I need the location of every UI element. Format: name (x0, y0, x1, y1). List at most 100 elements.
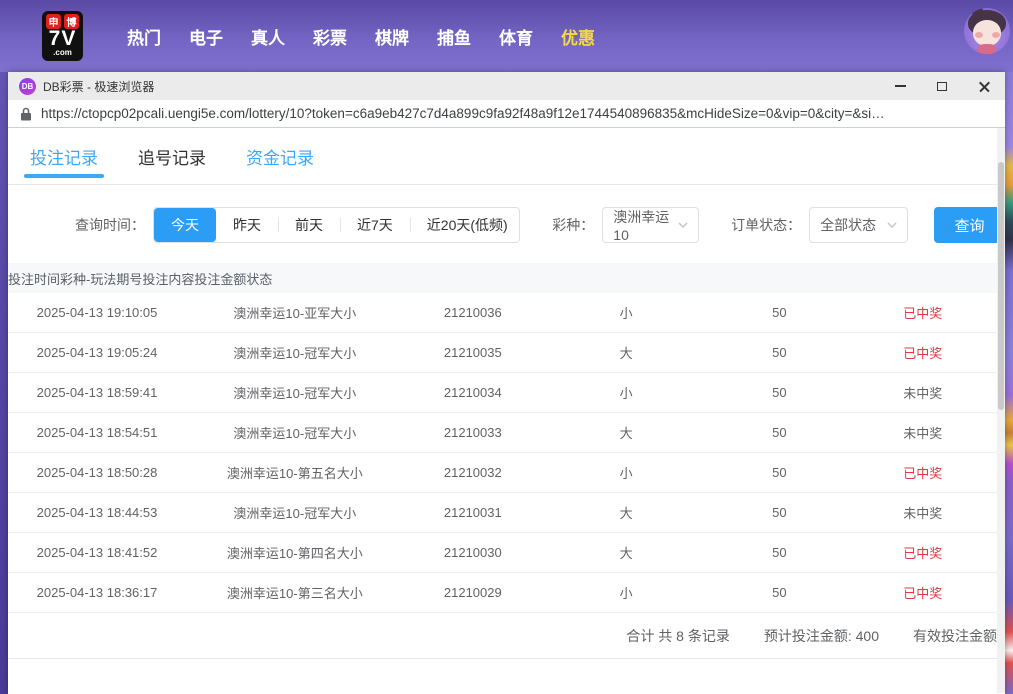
bet-content-cell: 小 (542, 583, 710, 602)
time-filter-label: 查询时间： (75, 215, 145, 235)
bet-time-cell: 2025-04-13 18:36:17 (8, 585, 186, 600)
chevron-down-icon (887, 220, 897, 230)
game-play-cell: 澳洲幸运10-冠军大小 (186, 383, 404, 402)
site-nav-item[interactable]: 捕鱼 (437, 24, 471, 49)
site-nav-item[interactable]: 棋牌 (375, 24, 409, 49)
issue-cell: 21210035 (404, 345, 542, 360)
bet-time-cell: 2025-04-13 18:50:28 (8, 465, 186, 480)
time-range-button[interactable]: 昨天 (216, 208, 278, 242)
bet-amount-cell: 50 (710, 425, 848, 440)
status-cell: 未中奖 (849, 423, 997, 442)
record-tab[interactable]: 追号记录 (138, 128, 206, 184)
query-button[interactable]: 查询 (934, 207, 1005, 243)
table-row[interactable]: 2025-04-13 18:44:53 澳洲幸运10-冠军大小 21210031… (8, 493, 997, 533)
issue-cell: 21210030 (404, 545, 542, 560)
record-tab[interactable]: 资金记录 (246, 128, 314, 184)
user-avatar[interactable] (964, 8, 1010, 54)
lottery-select[interactable]: 澳洲幸运10 (602, 207, 699, 243)
bet-amount-cell: 50 (710, 505, 848, 520)
site-nav-items: 热门 电子 真人 彩票 棋牌 捕鱼 体育 优惠 (127, 24, 595, 49)
issue-cell: 21210031 (404, 505, 542, 520)
maximize-button[interactable] (921, 72, 963, 100)
status-cell: 已中奖 (849, 343, 997, 362)
bet-amount-cell: 50 (710, 305, 848, 320)
time-range-button[interactable]: 前天 (278, 208, 340, 242)
table-row[interactable]: 2025-04-13 18:50:28 澳洲幸运10-第五名大小 2121003… (8, 453, 997, 493)
issue-cell: 21210034 (404, 385, 542, 400)
table-header-cell: 投注时间 (8, 269, 60, 288)
order-status-value: 全部状态 (820, 215, 876, 235)
status-cell: 已中奖 (849, 543, 997, 562)
table-footer: 合计 共 8 条记录 预计投注金额: 400 有效投注金额 (8, 613, 997, 659)
background-page-sliver (1005, 72, 1013, 694)
site-nav-item[interactable]: 真人 (251, 24, 285, 49)
game-play-cell: 澳洲幸运10-冠军大小 (186, 343, 404, 362)
bet-content-cell: 大 (542, 503, 710, 522)
issue-cell: 21210029 (404, 585, 542, 600)
table-row[interactable]: 2025-04-13 18:59:41 澳洲幸运10-冠军大小 21210034… (8, 373, 997, 413)
game-play-cell: 澳洲幸运10-冠军大小 (186, 503, 404, 522)
site-nav-item[interactable]: 优惠 (561, 24, 595, 49)
time-range-button[interactable]: 今天 (154, 208, 216, 242)
site-nav-item[interactable]: 电子 (189, 24, 223, 49)
table-row[interactable]: 2025-04-13 19:05:24 澳洲幸运10-冠军大小 21210035… (8, 333, 997, 373)
table-row[interactable]: 2025-04-13 18:36:17 澳洲幸运10-第三名大小 2121002… (8, 573, 997, 613)
close-button[interactable] (963, 72, 1005, 100)
chevron-down-icon (678, 220, 688, 230)
bet-content-cell: 大 (542, 543, 710, 562)
filter-row: 查询时间： 今天 昨天 前天 近7天 近20天(低频) 彩种： 澳洲幸运10 (8, 185, 1005, 263)
vertical-scrollbar[interactable] (997, 128, 1005, 693)
table-row[interactable]: 2025-04-13 19:10:05 澳洲幸运10-亚军大小 21210036… (8, 293, 997, 333)
browser-urlbar[interactable]: https://ctopcp02pcali.uengi5e.com/lotter… (8, 100, 1005, 128)
bet-content-cell: 大 (542, 423, 710, 442)
order-status-select[interactable]: 全部状态 (809, 207, 908, 243)
status-cell: 未中奖 (849, 503, 997, 522)
site-navbar: 申 博 7V .com 热门 电子 真人 彩票 棋牌 捕鱼 体育 优惠 (0, 0, 1013, 72)
bet-time-cell: 2025-04-13 18:54:51 (8, 425, 186, 440)
url-text[interactable]: https://ctopcp02pcali.uengi5e.com/lotter… (41, 106, 885, 121)
record-tab[interactable]: 投注记录 (30, 128, 98, 184)
logo-suffix-text: .com (53, 49, 72, 56)
bet-time-cell: 2025-04-13 19:05:24 (8, 345, 186, 360)
minimize-button[interactable] (879, 72, 921, 100)
record-tabs: 投注记录 追号记录 资金记录 (8, 128, 1005, 185)
bet-amount-cell: 50 (710, 345, 848, 360)
table-header-cell: 期号 (116, 269, 142, 288)
table-header-row: 投注时间 彩种-玩法 期号 投注内容 投注金额 状态 (8, 263, 997, 293)
issue-cell: 21210036 (404, 305, 542, 320)
table-header-cell: 投注金额 (194, 269, 246, 288)
status-cell: 已中奖 (849, 463, 997, 482)
table-row[interactable]: 2025-04-13 18:41:52 澳洲幸运10-第四名大小 2121003… (8, 533, 997, 573)
issue-cell: 21210032 (404, 465, 542, 480)
site-nav-item[interactable]: 体育 (499, 24, 533, 49)
table-body: 2025-04-13 19:10:05 澳洲幸运10-亚军大小 21210036… (8, 293, 997, 613)
time-range-button[interactable]: 近7天 (340, 208, 410, 242)
table-header-cell: 彩种-玩法 (60, 269, 116, 288)
time-range-group: 今天 昨天 前天 近7天 近20天(低频) (153, 207, 520, 243)
browser-titlebar[interactable]: DB DB彩票 - 极速浏览器 (8, 72, 1005, 100)
bet-amount-cell: 50 (710, 545, 848, 560)
bet-time-cell: 2025-04-13 18:59:41 (8, 385, 186, 400)
table-header-cell: 投注内容 (142, 269, 194, 288)
footer-valid-amount: 有效投注金额 (913, 626, 997, 646)
bet-content-cell: 小 (542, 303, 710, 322)
site-logo[interactable]: 申 博 7V .com (42, 11, 83, 61)
issue-cell: 21210033 (404, 425, 542, 440)
bet-time-cell: 2025-04-13 19:10:05 (8, 305, 186, 320)
bet-record-table: 投注时间 彩种-玩法 期号 投注内容 投注金额 状态 2025-04-13 19… (8, 263, 997, 659)
app-icon: DB (19, 78, 36, 95)
table-row[interactable]: 2025-04-13 18:54:51 澳洲幸运10-冠军大小 21210033… (8, 413, 997, 453)
bet-content-cell: 小 (542, 383, 710, 402)
window-controls (879, 72, 1005, 100)
scrollbar-thumb[interactable] (998, 162, 1004, 411)
lock-icon (20, 107, 32, 121)
logo-main-text: 7V (49, 29, 77, 49)
status-cell: 已中奖 (849, 303, 997, 322)
game-play-cell: 澳洲幸运10-冠军大小 (186, 423, 404, 442)
time-range-button[interactable]: 近20天(低频) (410, 208, 521, 242)
avatar-cheek (975, 32, 983, 38)
table-header-cell: 状态 (246, 269, 272, 288)
site-nav-item[interactable]: 热门 (127, 24, 161, 49)
site-nav-item[interactable]: 彩票 (313, 24, 347, 49)
close-icon (979, 81, 990, 92)
